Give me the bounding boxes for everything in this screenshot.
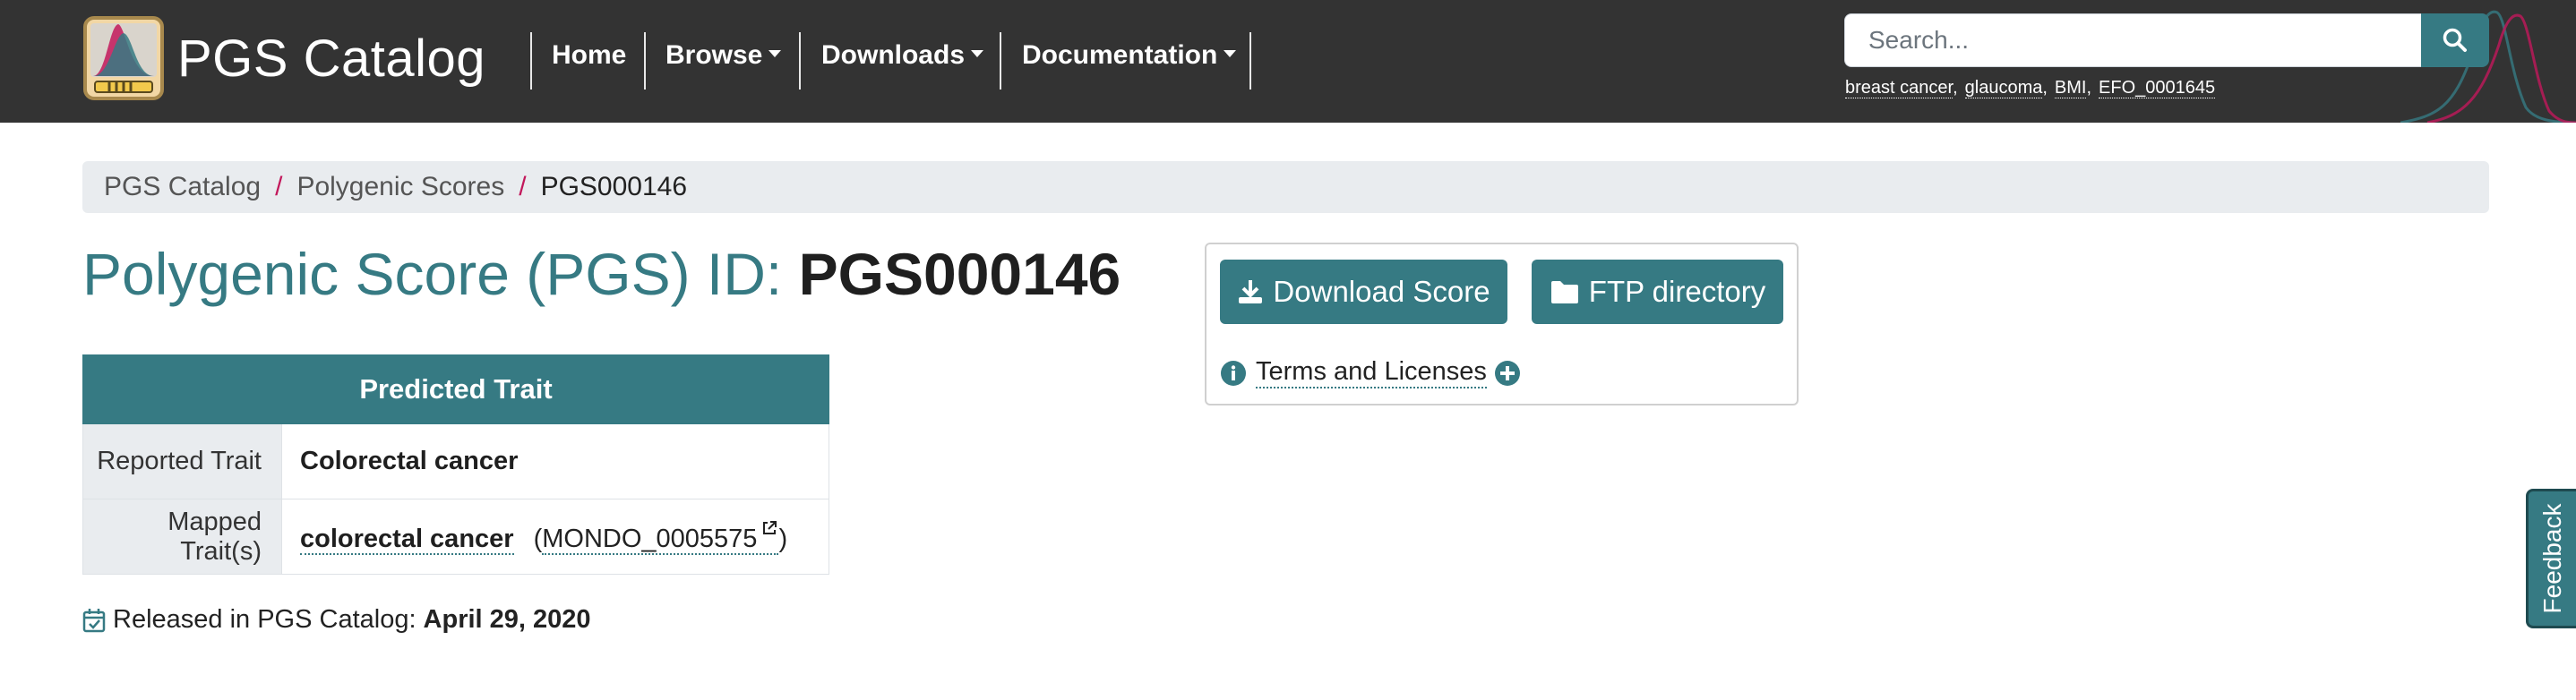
info-icon — [1221, 360, 1246, 386]
top-navbar: PGS Catalog Home Browse Downloads Docume… — [0, 0, 2576, 123]
pgs-id: PGS000146 — [798, 241, 1121, 307]
nav-home-label: Home — [552, 40, 627, 70]
nav-documentation-label: Documentation — [1022, 40, 1218, 70]
nav-divider — [1000, 32, 1001, 90]
ftp-directory-button[interactable]: FTP directory — [1532, 260, 1783, 324]
plus-icon — [1494, 360, 1520, 386]
reported-trait-label: Reported Trait — [82, 423, 282, 499]
breadcrumb-separator: / — [519, 172, 527, 201]
mapped-trait-label: Mapped Trait(s) — [82, 499, 282, 575]
ftp-directory-label: FTP directory — [1588, 275, 1766, 308]
search-icon — [2443, 28, 2467, 52]
nav-browse-label: Browse — [665, 40, 763, 70]
nav-divider — [644, 32, 646, 90]
download-icon — [1239, 280, 1263, 303]
brand-name: PGS Catalog — [177, 29, 486, 88]
ontology-id: MONDO_0005575 — [542, 524, 758, 553]
ontology-reference: (MONDO_0005575) — [533, 521, 788, 555]
nav-divider — [1249, 32, 1251, 90]
ontology-id-link[interactable]: MONDO_0005575 — [542, 521, 779, 555]
terms-and-licenses-toggle[interactable]: Terms and Licenses — [1220, 357, 1521, 388]
comma-separator: , — [2086, 78, 2092, 98]
release-date: April 29, 2020 — [423, 605, 591, 634]
paren-open: ( — [533, 524, 543, 553]
feedback-tab[interactable]: Feedback — [2526, 489, 2576, 628]
release-label: Released in PGS Catalog: — [113, 605, 416, 634]
breadcrumb-current: PGS000146 — [540, 172, 688, 201]
reported-trait-value: Colorectal cancer — [300, 447, 519, 475]
release-info: Released in PGS Catalog: April 29, 2020 — [82, 605, 591, 635]
search-button[interactable] — [2421, 13, 2489, 67]
table-header: Predicted Trait — [82, 354, 829, 424]
nav-divider — [799, 32, 801, 90]
mapped-trait-link[interactable]: colorectal cancer — [300, 524, 514, 555]
breadcrumb-link-home[interactable]: PGS Catalog — [104, 172, 261, 202]
download-score-button[interactable]: Download Score — [1220, 260, 1507, 324]
breadcrumb-link-scores[interactable]: Polygenic Scores — [296, 172, 504, 202]
paren-close: ) — [778, 524, 788, 553]
comma-separator: , — [2042, 78, 2048, 98]
caret-down-icon — [971, 50, 984, 58]
nav-documentation-dropdown[interactable]: Documentation — [1022, 40, 1237, 71]
download-score-label: Download Score — [1273, 275, 1490, 308]
nav-downloads-dropdown[interactable]: Downloads — [821, 40, 984, 71]
nav-home[interactable]: Home — [552, 40, 626, 71]
download-panel: Download Score FTP directory Terms and L… — [1205, 243, 1799, 405]
search-input[interactable] — [1844, 13, 2421, 67]
search-example-link[interactable]: BMI — [2054, 78, 2087, 98]
reported-trait-cell: Colorectal cancer — [281, 423, 829, 499]
search-example-link[interactable]: breast cancer — [1845, 78, 1953, 98]
search-examples: breast cancer, glaucoma, BMI, EFO_0001645 — [1845, 78, 2216, 98]
feedback-label: Feedback — [2537, 503, 2566, 614]
terms-label: Terms and Licenses — [1256, 357, 1487, 388]
caret-down-icon — [1224, 50, 1237, 58]
breadcrumb: PGS Catalog / Polygenic Scores / PGS0001… — [82, 161, 2489, 213]
search-example-link[interactable]: EFO_0001645 — [2099, 78, 2216, 98]
external-link-icon — [763, 521, 777, 535]
search-example-link[interactable]: glaucoma — [1964, 78, 2043, 98]
folder-icon — [1550, 281, 1578, 303]
nav-downloads-label: Downloads — [821, 40, 966, 70]
table-row: Reported Trait Colorectal cancer — [82, 423, 829, 499]
pgs-logo-icon — [83, 16, 164, 100]
page-title: Polygenic Score (PGS) ID: PGS000146 — [82, 240, 1121, 308]
table-row: Mapped Trait(s) colorectal cancer (MONDO_… — [82, 499, 829, 575]
page-title-prefix: Polygenic Score (PGS) ID: — [82, 241, 799, 307]
calendar-check-icon — [82, 608, 106, 632]
caret-down-icon — [769, 50, 782, 58]
nav-browse-dropdown[interactable]: Browse — [665, 40, 782, 71]
brand[interactable]: PGS Catalog — [82, 15, 485, 101]
comma-separator: , — [1953, 78, 1958, 98]
nav-divider — [530, 32, 532, 90]
breadcrumb-separator: / — [275, 172, 283, 201]
predicted-trait-table: Predicted Trait Reported Trait Colorecta… — [82, 354, 829, 575]
mapped-trait-cell: colorectal cancer (MONDO_0005575) — [281, 499, 829, 575]
